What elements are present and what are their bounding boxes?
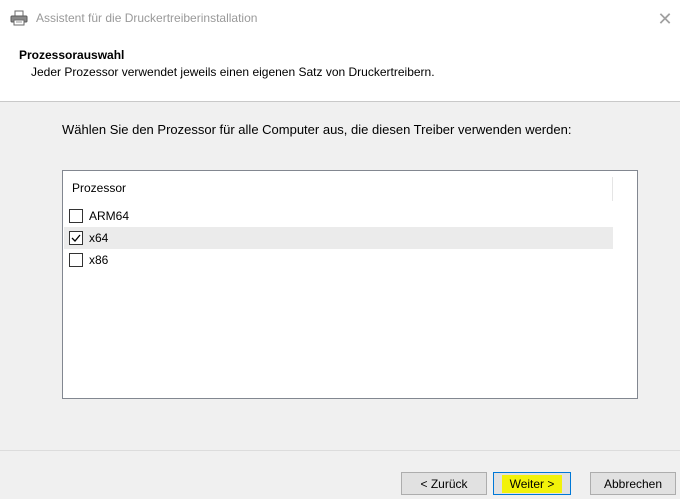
column-divider <box>612 177 613 201</box>
window-title: Assistent für die Druckertreiberinstalla… <box>36 11 258 25</box>
list-item-label: x64 <box>89 231 109 245</box>
checkbox-x64[interactable] <box>69 231 83 245</box>
column-header-label: Prozessor <box>72 181 127 195</box>
next-button-label: Weiter > <box>501 474 563 493</box>
checkmark-icon <box>71 234 81 242</box>
list-item-arm64[interactable]: ARM64 <box>64 205 613 227</box>
cancel-button[interactable]: Abbrechen <box>590 472 676 495</box>
processor-list[interactable]: Prozessor ARM64 x64 x86 <box>62 170 638 399</box>
list-item-label: ARM64 <box>89 209 130 223</box>
printer-icon <box>10 10 28 26</box>
list-item-label: x86 <box>89 253 109 267</box>
column-header-processor[interactable]: Prozessor <box>63 171 637 203</box>
page-title: Prozessorauswahl <box>19 48 125 62</box>
next-button[interactable]: Weiter > <box>493 472 571 495</box>
title-bar: Assistent für die Druckertreiberinstalla… <box>0 0 680 38</box>
wizard-footer: < Zurück Weiter > Abbrechen <box>0 451 680 499</box>
checkbox-x86[interactable] <box>69 253 83 267</box>
cancel-button-label: Abbrechen <box>603 476 663 491</box>
checkbox-arm64[interactable] <box>69 209 83 223</box>
list-item-x86[interactable]: x86 <box>64 249 613 271</box>
instruction-text: Wählen Sie den Prozessor für alle Comput… <box>62 122 572 137</box>
wizard-body: Wählen Sie den Prozessor für alle Comput… <box>0 102 680 450</box>
close-icon[interactable]: ✕ <box>654 8 676 30</box>
back-button-label: < Zurück <box>420 476 468 491</box>
back-button[interactable]: < Zurück <box>401 472 487 495</box>
page-subtitle: Jeder Prozessor verwendet jeweils einen … <box>31 65 435 79</box>
wizard-header: Prozessorauswahl Jeder Prozessor verwend… <box>0 38 680 100</box>
list-item-x64[interactable]: x64 <box>64 227 613 249</box>
